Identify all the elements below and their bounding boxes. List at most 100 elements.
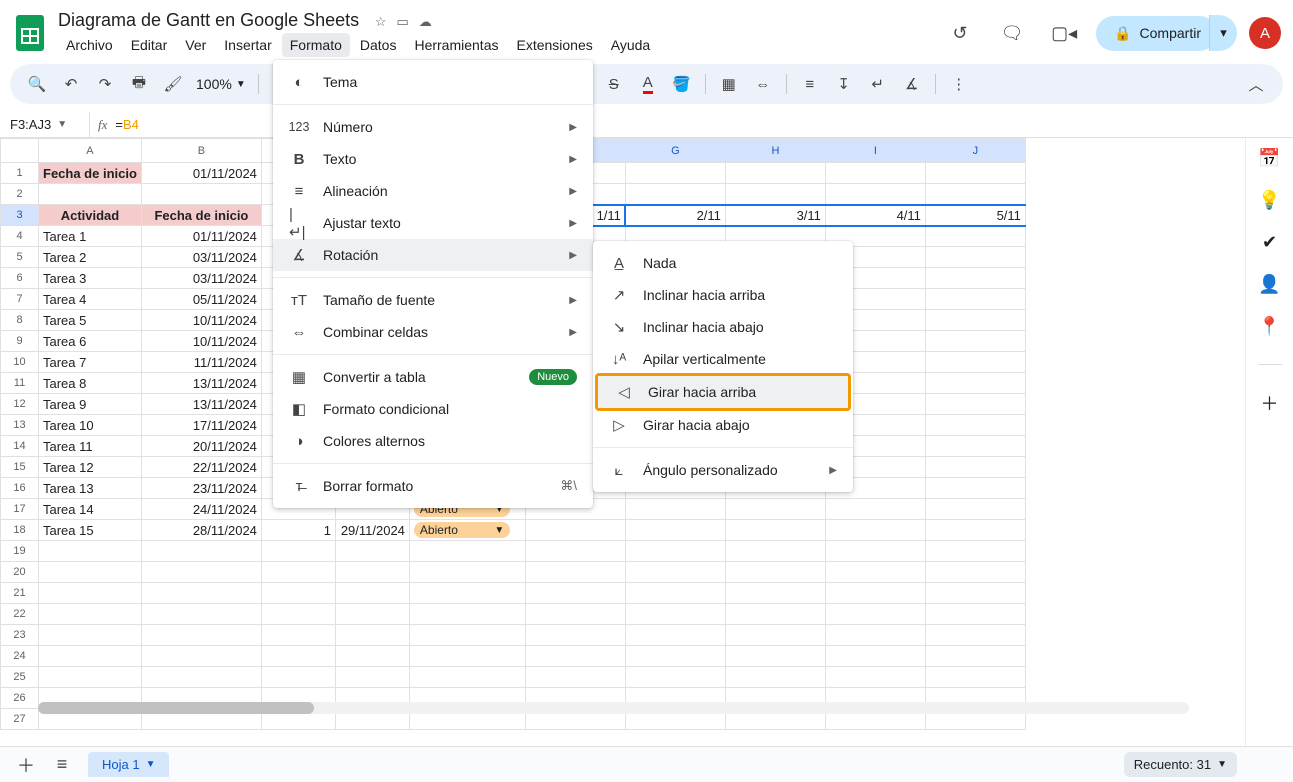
cell[interactable] xyxy=(925,163,1025,184)
cell[interactable] xyxy=(141,184,261,205)
cell[interactable] xyxy=(409,604,525,625)
wrap-icon[interactable]: ↵ xyxy=(863,69,893,99)
cell[interactable] xyxy=(925,499,1025,520)
print-icon[interactable]: 🖶 xyxy=(124,69,154,99)
cell[interactable] xyxy=(725,184,825,205)
redo-icon[interactable]: ↷ xyxy=(90,69,120,99)
meet-icon[interactable]: ▢◂ xyxy=(1044,13,1084,53)
cell[interactable] xyxy=(825,646,925,667)
cell[interactable]: 23/11/2024 xyxy=(141,478,261,499)
cell[interactable] xyxy=(141,625,261,646)
doc-title[interactable]: Diagrama de Gantt en Google Sheets xyxy=(58,10,359,31)
cell[interactable]: Tarea 6 xyxy=(39,331,142,352)
cell[interactable]: Tarea 8 xyxy=(39,373,142,394)
strikethrough-icon[interactable]: S xyxy=(599,69,629,99)
rotation-stack[interactable]: ↓ᴬApilar verticalmente xyxy=(593,343,853,375)
rotate-icon[interactable]: ∡ xyxy=(897,69,927,99)
cell[interactable] xyxy=(335,604,409,625)
add-sheet-icon[interactable]: ＋ xyxy=(8,750,44,780)
cell[interactable] xyxy=(925,247,1025,268)
cell[interactable] xyxy=(725,625,825,646)
status-chip[interactable]: Abierto ▼ xyxy=(414,522,510,538)
contacts-icon[interactable]: 👤 xyxy=(1260,274,1280,294)
rotation-tilt-down[interactable]: ↘Inclinar hacia abajo xyxy=(593,311,853,343)
cell[interactable]: 5/11 xyxy=(925,205,1025,226)
cell[interactable] xyxy=(39,604,142,625)
cell[interactable] xyxy=(525,583,625,604)
row-header[interactable]: 24 xyxy=(1,646,39,667)
account-avatar[interactable]: A xyxy=(1249,17,1281,49)
sheet-tab-1[interactable]: Hoja 1▼ xyxy=(88,752,169,777)
cell[interactable]: Abierto ▼ xyxy=(409,520,525,541)
rotation-tilt-up[interactable]: ↗Inclinar hacia arriba xyxy=(593,279,853,311)
cell[interactable] xyxy=(925,541,1025,562)
cell[interactable] xyxy=(261,541,335,562)
cell[interactable]: 4/11 xyxy=(825,205,925,226)
cell[interactable] xyxy=(39,562,142,583)
cell[interactable]: Tarea 15 xyxy=(39,520,142,541)
cell[interactable] xyxy=(261,667,335,688)
cell[interactable] xyxy=(141,646,261,667)
row-header[interactable]: 14 xyxy=(1,436,39,457)
cell[interactable] xyxy=(409,625,525,646)
cell[interactable] xyxy=(825,583,925,604)
col-header[interactable]: H xyxy=(725,139,825,163)
menu-merge[interactable]: ⇔Combinar celdas▶ xyxy=(273,316,593,348)
cell[interactable] xyxy=(925,562,1025,583)
cell[interactable] xyxy=(825,520,925,541)
cell[interactable] xyxy=(39,667,142,688)
cell[interactable] xyxy=(925,646,1025,667)
menu-insertar[interactable]: Insertar xyxy=(216,33,279,57)
cell[interactable] xyxy=(525,520,625,541)
cell[interactable] xyxy=(925,478,1025,499)
cell[interactable]: 1 xyxy=(261,520,335,541)
cell[interactable] xyxy=(925,436,1025,457)
cell[interactable] xyxy=(825,604,925,625)
row-header[interactable]: 20 xyxy=(1,562,39,583)
cell[interactable] xyxy=(261,583,335,604)
name-box[interactable]: F3:AJ3▼ xyxy=(6,112,90,137)
cell[interactable] xyxy=(335,625,409,646)
menu-wrap[interactable]: |↵|Ajustar texto▶ xyxy=(273,207,593,239)
cell[interactable] xyxy=(825,562,925,583)
cell[interactable]: Tarea 2 xyxy=(39,247,142,268)
cell[interactable] xyxy=(725,520,825,541)
horizontal-scrollbar[interactable] xyxy=(38,702,1189,714)
cell[interactable] xyxy=(335,646,409,667)
row-header[interactable]: 8 xyxy=(1,310,39,331)
cell[interactable] xyxy=(925,310,1025,331)
cell[interactable] xyxy=(725,604,825,625)
cell[interactable]: 13/11/2024 xyxy=(141,373,261,394)
menu-extensiones[interactable]: Extensiones xyxy=(508,33,600,57)
menu-editar[interactable]: Editar xyxy=(123,33,176,57)
cell[interactable]: 20/11/2024 xyxy=(141,436,261,457)
cell[interactable] xyxy=(261,646,335,667)
cell[interactable] xyxy=(335,667,409,688)
cell[interactable] xyxy=(525,646,625,667)
cell[interactable]: 03/11/2024 xyxy=(141,247,261,268)
cell[interactable]: 3/11 xyxy=(725,205,825,226)
cell[interactable] xyxy=(925,289,1025,310)
move-icon[interactable]: ▭ xyxy=(396,14,408,30)
cell[interactable] xyxy=(141,562,261,583)
cell[interactable] xyxy=(141,541,261,562)
cell[interactable] xyxy=(725,163,825,184)
cell[interactable]: Tarea 13 xyxy=(39,478,142,499)
cell[interactable] xyxy=(141,667,261,688)
cell[interactable]: Tarea 7 xyxy=(39,352,142,373)
rotation-rotate-down[interactable]: ▷Girar hacia abajo xyxy=(593,409,853,441)
cell[interactable] xyxy=(725,583,825,604)
cell[interactable]: Fecha de inicio xyxy=(39,163,142,184)
cell[interactable] xyxy=(625,163,725,184)
share-dropdown[interactable]: ▾ xyxy=(1209,15,1237,51)
sheets-logo[interactable] xyxy=(12,15,48,51)
row-header[interactable]: 10 xyxy=(1,352,39,373)
comments-icon[interactable]: 🗨 xyxy=(992,13,1032,53)
cell[interactable] xyxy=(725,667,825,688)
cell[interactable] xyxy=(925,394,1025,415)
share-button[interactable]: 🔒 Compartir xyxy=(1096,16,1217,51)
cell[interactable] xyxy=(525,667,625,688)
cell[interactable] xyxy=(625,562,725,583)
menu-formato[interactable]: Formato xyxy=(282,33,350,57)
menu-align[interactable]: ≡Alineación▶ xyxy=(273,175,593,207)
